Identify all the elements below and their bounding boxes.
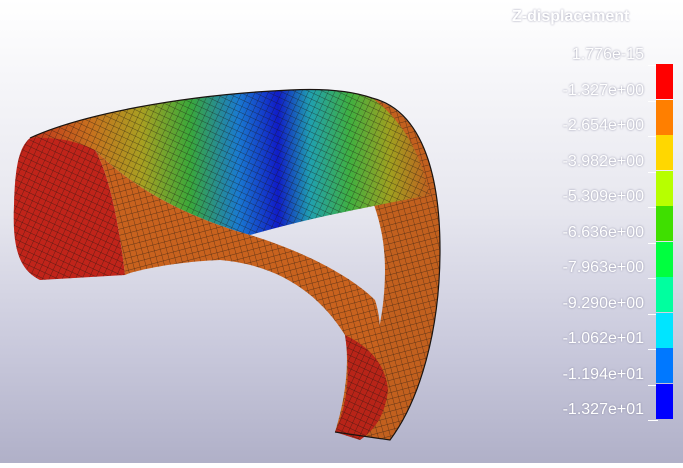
legend-color-swatch (656, 206, 673, 241)
legend-label: -5.309e+00 (562, 188, 644, 205)
legend-label: -3.982e+00 (562, 152, 644, 170)
legend-label: -9.290e+00 (562, 294, 644, 312)
legend-color-swatch (656, 277, 673, 312)
legend-color-swatch (656, 170, 673, 206)
legend-label: -1.327e+01 (562, 401, 644, 418)
legend-label: -1.194e+01 (562, 365, 644, 383)
legend-label: 1.776e-15 (571, 46, 644, 63)
legend-color-swatch (656, 99, 673, 135)
legend-title: Z-displacement (512, 8, 630, 25)
color-legend: 1.776e-15 -1.327e+00 -2.654e+00 -3.982e+00 -… (520, 42, 680, 442)
legend-color-swatch (656, 312, 673, 348)
legend-label: -1.327e+00 (562, 81, 644, 99)
legend-label: -7.963e+00 (562, 259, 644, 276)
legend-color-swatch (656, 64, 673, 99)
legend-color-swatch (656, 383, 673, 419)
legend-label: -1.062e+01 (562, 330, 644, 347)
legend-color-swatch (656, 135, 673, 170)
legend-color-swatch (656, 348, 673, 383)
legend-label: -2.654e+00 (562, 117, 644, 134)
legend-color-swatch (656, 241, 673, 277)
legend-label: -6.636e+00 (562, 223, 644, 241)
legend-tick (648, 420, 658, 421)
